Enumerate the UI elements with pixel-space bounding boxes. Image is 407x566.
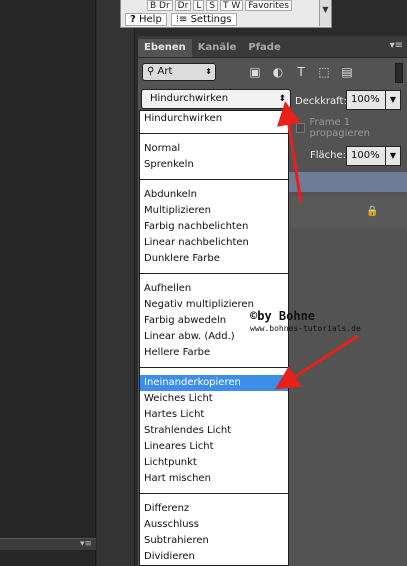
annotation-arrows <box>274 101 359 390</box>
arrow-to-blend-select <box>276 101 303 204</box>
arrow-to-highlighted-option <box>274 334 359 390</box>
